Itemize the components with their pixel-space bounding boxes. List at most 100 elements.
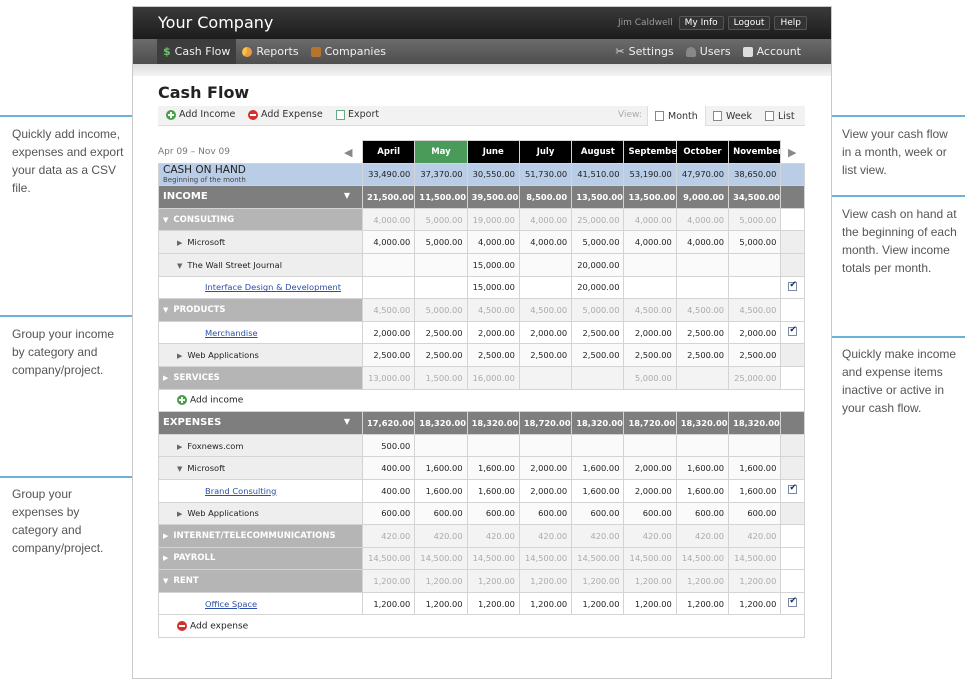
item-link[interactable]: Office Space [205, 599, 257, 609]
nav-cash-flow[interactable]: $ Cash Flow [157, 39, 237, 64]
value-cell: 1,200.00 [728, 569, 782, 593]
company-row[interactable]: ▶ Web Applications 600.00 600.00 600.00 600.0… [158, 501, 806, 526]
active-checkbox[interactable] [788, 280, 798, 291]
minus-icon [248, 109, 258, 120]
collapsed-triangle-icon[interactable]: ▶ [177, 239, 182, 247]
button-label: Add Expense [261, 109, 323, 120]
callout-group-income: Group your income by category and compan… [12, 327, 115, 377]
value-cell [518, 252, 573, 277]
add-income-button[interactable]: Add income [157, 388, 806, 413]
value-cell: 600.00 [466, 501, 520, 526]
expanded-triangle-icon[interactable]: ▼ [177, 465, 182, 473]
value-cell: 1,600.00 [414, 456, 468, 480]
expanded-triangle-icon[interactable]: ▼ [163, 577, 168, 585]
value-cell [518, 433, 573, 458]
value-cell: 13,500.00 [571, 185, 625, 209]
collapsed-triangle-icon[interactable]: ▶ [177, 352, 182, 360]
item-row[interactable]: Merchandise 2,000.00 2,500.00 2,000.00 2,000… [158, 320, 806, 345]
add-expenses-button[interactable]: Add expense [157, 614, 806, 639]
value-cell [518, 275, 573, 300]
value-cell: 2,500.00 [571, 320, 625, 345]
nav-account[interactable]: Account [737, 39, 807, 64]
nav-users[interactable]: Users [680, 39, 737, 64]
view-week-button[interactable]: Week [706, 106, 759, 126]
item-link[interactable]: Merchandise [205, 328, 258, 338]
cash-title: CASH ON HAND [163, 163, 246, 176]
value-cell: 1,600.00 [728, 478, 782, 503]
month-header[interactable]: May [414, 140, 468, 164]
value-cell [414, 433, 468, 458]
status-cell [780, 591, 806, 616]
prev-period-arrow-icon[interactable]: ◀ [344, 146, 352, 159]
nav-label: Cash Flow [174, 45, 231, 58]
income-section-row[interactable]: INCOME ▼ 21,500.00 11,500.00 39,500.00 8,500.… [158, 185, 806, 209]
value-cell: 2,000.00 [518, 478, 573, 503]
category-row[interactable]: ▶ SERVICES 13,000.00 1,500.00 16,000.00 5,000… [158, 365, 806, 390]
add-row: Add income [157, 388, 806, 413]
month-header[interactable]: July [518, 140, 573, 164]
company-row[interactable]: ▼ The Wall Street Journal 15,000.00 20,000.… [158, 252, 806, 277]
view-list-button[interactable]: List [758, 106, 802, 126]
value-cell: 1,200.00 [414, 569, 468, 593]
month-header[interactable]: November [728, 140, 782, 164]
next-period-arrow-icon[interactable]: ▶ [788, 146, 796, 159]
company-row[interactable]: ▶ Microsoft 4,000.00 5,000.00 4,000.00 4,000.… [158, 230, 806, 254]
nav-settings[interactable]: ✂ Settings [609, 39, 679, 64]
expanded-triangle-icon[interactable]: ▼ [163, 216, 168, 224]
expanded-triangle-icon[interactable]: ▼ [177, 262, 182, 270]
add-income-button[interactable]: Add Income [166, 109, 235, 120]
month-header[interactable]: August [571, 140, 625, 164]
help-link[interactable]: Help [774, 16, 807, 30]
active-checkbox[interactable] [788, 483, 798, 495]
company-row[interactable]: ▼ Microsoft 400.00 1,600.00 1,600.00 2,000.00… [158, 456, 806, 480]
nav-companies[interactable]: Companies [305, 39, 392, 64]
category-row[interactable]: ▼ PRODUCTS 4,500.00 5,000.00 4,500.00 4,500.0… [158, 298, 806, 322]
category-row[interactable]: ▶ PAYROLL 14,500.00 14,500.00 14,500.00 14,50… [158, 546, 806, 571]
item-row[interactable]: Office Space 1,200.00 1,200.00 1,200.00 1,20… [158, 591, 806, 616]
active-checkbox[interactable] [788, 325, 798, 337]
collapse-triangle-icon[interactable]: ▼ [344, 417, 350, 426]
view-month-button[interactable]: Month [647, 106, 706, 126]
collapse-triangle-icon[interactable]: ▼ [344, 191, 350, 200]
value-cell: 4,500.00 [518, 298, 573, 322]
item-link[interactable]: Interface Design & Development [205, 282, 341, 292]
expenses-section-row[interactable]: EXPENSES ▼ 17,620.00 18,320.00 18,320.00 18,7… [158, 411, 806, 435]
item-row[interactable]: Interface Design & Development 15,000.00 2… [158, 275, 806, 300]
export-button[interactable]: Export [336, 109, 379, 120]
add-expense-button[interactable]: Add Expense [248, 109, 323, 120]
value-cell: 14,500.00 [571, 546, 625, 571]
row-label-cell: ▶ PAYROLL [158, 546, 363, 571]
collapsed-triangle-icon[interactable]: ▶ [177, 443, 182, 451]
company-row[interactable]: ▶ Foxnews.com 500.00 [158, 433, 806, 458]
value-cell: 1,200.00 [571, 591, 625, 616]
expanded-triangle-icon[interactable]: ▼ [163, 306, 168, 314]
item-row[interactable]: Brand Consulting 400.00 1,600.00 1,600.00 2,… [158, 478, 806, 503]
active-checkbox[interactable] [788, 596, 798, 608]
status-cell [780, 320, 806, 345]
value-cell: 9,000.00 [675, 185, 730, 209]
month-header[interactable]: September [623, 140, 677, 164]
value-cell: 2,500.00 [571, 343, 625, 367]
cash-subtitle: Beginning of the month [163, 175, 246, 184]
month-header[interactable]: April [361, 140, 416, 164]
month-header[interactable]: June [466, 140, 520, 164]
nav-reports[interactable]: Reports [236, 39, 304, 64]
item-link[interactable]: Brand Consulting [205, 486, 276, 496]
company-row[interactable]: ▶ Web Applications 2,500.00 2,500.00 2,500.0… [158, 343, 806, 367]
my-info-link[interactable]: My Info [678, 16, 724, 30]
collapsed-triangle-icon[interactable]: ▶ [163, 554, 168, 562]
date-range: Apr 09 – Nov 09 [158, 147, 230, 157]
month-header[interactable]: October [675, 140, 730, 164]
collapsed-triangle-icon[interactable]: ▶ [163, 374, 168, 382]
collapsed-triangle-icon[interactable]: ▶ [163, 532, 168, 540]
value-cell [571, 433, 625, 458]
row-label-cell: Merchandise [158, 320, 363, 345]
category-row[interactable]: ▶ INTERNET/TELECOMMUNICATIONS 420.00 420.00… [158, 524, 806, 548]
row-label-cell: ▶ SERVICES [158, 365, 363, 390]
value-cell: 600.00 [571, 501, 625, 526]
logout-link[interactable]: Logout [727, 16, 771, 30]
category-row[interactable]: ▼ CONSULTING 4,000.00 5,000.00 19,000.00 4,00… [158, 207, 806, 232]
collapsed-triangle-icon[interactable]: ▶ [177, 510, 182, 518]
nav-label: Settings [628, 45, 674, 58]
category-row[interactable]: ▼ RENT 1,200.00 1,200.00 1,200.00 1,200.00 1,2… [158, 569, 806, 593]
